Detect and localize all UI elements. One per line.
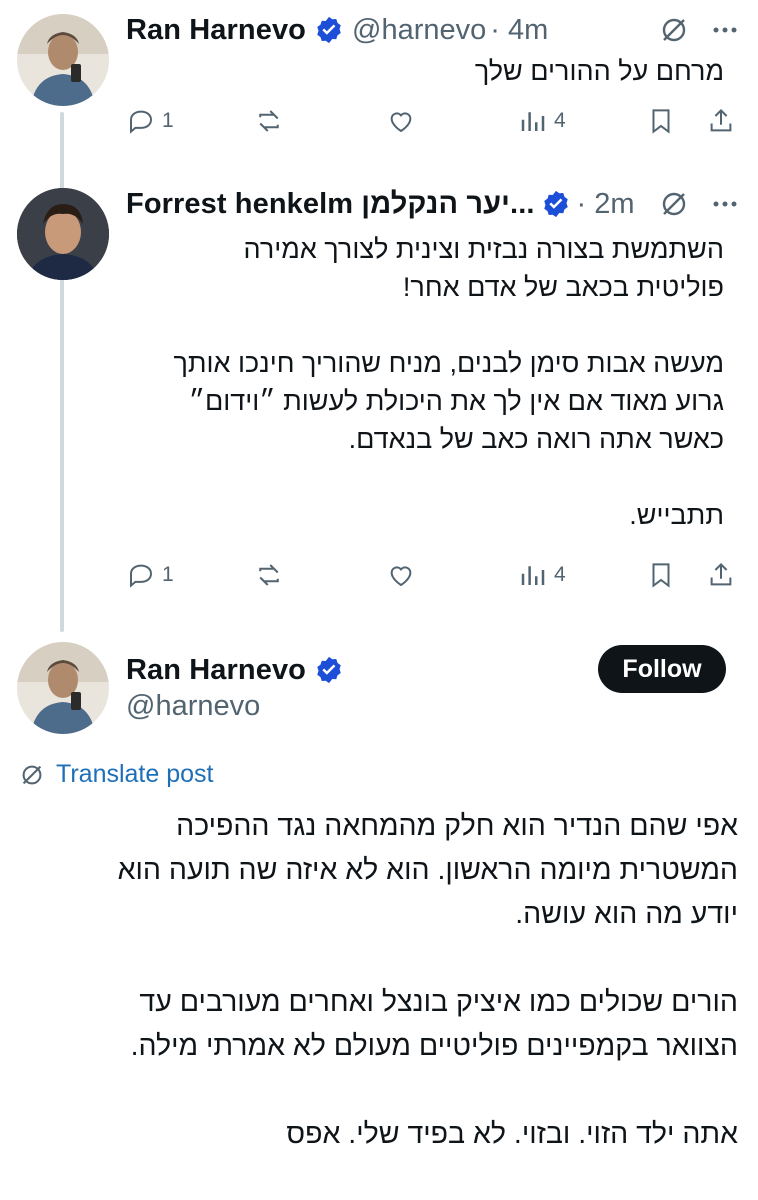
post-text-line: אפי שהם הנדיר הוא חלק מהמחאה נגד ההפיכה	[176, 810, 738, 842]
verified-badge-icon	[543, 190, 568, 218]
tweet-header: Forrest henkelm יער הנקלמן... · 2m	[126, 184, 635, 224]
bookmark-button[interactable]	[646, 560, 676, 590]
post-text-line: המשטרית מיומה הראשון. הוא לא איזה שה תוע…	[117, 854, 738, 886]
post-text-line: הורים שכולים כמו איציק בונצל ואחרים מעור…	[139, 986, 738, 1018]
repost-icon	[259, 564, 279, 586]
display-name[interactable]: Ran Harnevo	[126, 14, 306, 47]
tweet-header: Ran Harnevo @harnevo · 4m	[126, 10, 548, 50]
share-icon	[710, 562, 732, 586]
views-chart-icon	[521, 112, 545, 131]
tweet-text-line: תתבייש.	[629, 500, 724, 530]
grok-icon[interactable]	[659, 189, 689, 219]
handle[interactable]: @harnevo	[126, 690, 260, 723]
views-chart-icon	[521, 566, 545, 585]
heart-icon	[390, 112, 412, 133]
verified-badge-icon	[317, 656, 341, 684]
post-text-line	[18, 1068, 738, 1112]
translate-post-link[interactable]: Translate post	[18, 760, 213, 789]
tweet-text-line: פוליטית בכאב של אדם אחר!	[402, 272, 724, 302]
share-button[interactable]	[706, 560, 736, 590]
grok-icon[interactable]	[659, 15, 689, 45]
display-name[interactable]: Forrest henkelm יער הנקלמן...	[126, 188, 535, 221]
reply-icon	[130, 110, 153, 134]
avatar[interactable]	[17, 642, 109, 734]
avatar[interactable]	[17, 188, 109, 280]
repost-button[interactable]	[254, 560, 284, 590]
avatar-photo-icon	[17, 14, 109, 106]
tweet-text-line	[104, 306, 724, 344]
more-options-icon[interactable]	[710, 15, 740, 45]
tweet-text: השתמשת בצורה נבזית וצינית לצורך אמירה פו…	[104, 230, 724, 534]
like-button[interactable]	[386, 560, 416, 590]
share-button[interactable]	[706, 106, 736, 136]
display-name[interactable]: Ran Harnevo	[126, 654, 306, 687]
more-options-icon[interactable]	[710, 189, 740, 219]
share-icon	[710, 108, 732, 132]
tweet-text-line: גרוע מאוד אם אין לך את היכולת לעשות ״ויד…	[188, 386, 724, 416]
post-text: אפי שהם הנדיר הוא חלק מהמחאה נגד ההפיכה …	[18, 804, 738, 1156]
avatar[interactable]	[17, 14, 109, 106]
heart-icon	[390, 566, 412, 587]
view-count: 4	[554, 563, 566, 586]
repost-button[interactable]	[254, 106, 284, 136]
verified-badge-icon	[317, 16, 341, 44]
reply-count: 1	[162, 563, 174, 586]
tweet-text-line: כאשר אתה רואה כאב של בנאדם.	[348, 424, 724, 454]
handle[interactable]: @harnevo	[352, 14, 486, 47]
tweet-text: מרחם על ההורים שלך	[124, 52, 724, 90]
avatar-photo-icon	[17, 642, 109, 734]
timestamp[interactable]: · 4m	[490, 14, 548, 47]
repost-icon	[259, 110, 279, 132]
bookmark-icon	[652, 563, 670, 588]
post-text-line: אתה ילד הזוי. ובזוי. לא בפיד שלי. אפס	[286, 1118, 738, 1150]
views-button[interactable]: 4	[518, 106, 566, 136]
translate-icon	[22, 765, 42, 784]
translate-label[interactable]: Translate post	[56, 760, 213, 789]
follow-button[interactable]: Follow	[598, 645, 726, 693]
like-button[interactable]	[386, 106, 416, 136]
bookmark-icon	[652, 109, 670, 134]
reply-count: 1	[162, 109, 174, 132]
post-text-line: יודע מה הוא עושה.	[515, 898, 738, 930]
tweet-text-line: מרחם על ההורים שלך	[474, 56, 724, 86]
views-button[interactable]: 4	[518, 560, 566, 590]
post-text-line	[18, 936, 738, 980]
reply-button[interactable]: 1	[126, 106, 174, 136]
bookmark-button[interactable]	[646, 106, 676, 136]
reply-icon	[130, 564, 153, 588]
tweet-text-line: השתמשת בצורה נבזית וצינית לצורך אמירה	[243, 234, 724, 264]
avatar-photo-icon	[17, 188, 109, 280]
post-text-line: הצוואר בקמפיינים פוליטיים מעולם לא אמרתי…	[130, 1030, 738, 1062]
timestamp[interactable]: · 2m	[577, 188, 635, 221]
post-author: Ran Harnevo	[126, 650, 344, 690]
tweet-text-line: מעשה אבות סימן לבנים, מניח שהוריך חינכו …	[173, 348, 724, 378]
reply-button[interactable]: 1	[126, 560, 174, 590]
view-count: 4	[554, 109, 566, 132]
tweet-text-line	[104, 458, 724, 496]
